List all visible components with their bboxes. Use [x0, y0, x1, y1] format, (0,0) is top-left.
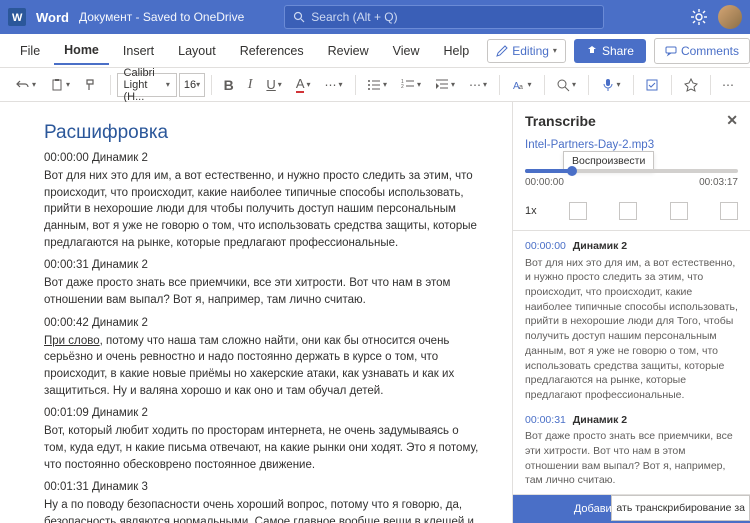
comment-icon: [665, 45, 677, 57]
editing-mode-button[interactable]: Editing ▾: [487, 39, 566, 63]
play-tooltip: Воспроизвести: [563, 151, 654, 171]
timestamp-line: 00:00:42 Динамик 2: [44, 317, 512, 329]
time-current: 00:00:00: [525, 177, 564, 188]
transcript-list[interactable]: 00:00:00 Динамик 2 Вот для них это для им…: [513, 231, 750, 494]
title-bar: W Word Документ - Saved to OneDrive Sear…: [0, 0, 750, 34]
word-app-icon: W: [8, 8, 26, 26]
tab-help[interactable]: Help: [434, 38, 480, 64]
clipboard-button[interactable]: ▾: [44, 74, 76, 96]
indent-button[interactable]: ▾: [429, 74, 461, 96]
designer-button[interactable]: [678, 74, 704, 96]
share-icon: [586, 45, 598, 57]
tab-references[interactable]: References: [230, 38, 314, 64]
chevron-down-icon: ▾: [553, 46, 557, 55]
play-button[interactable]: [619, 202, 637, 220]
playback-speed[interactable]: 1x: [525, 205, 537, 217]
document-title[interactable]: Документ - Saved to OneDrive: [79, 10, 244, 24]
segment-speaker: Динамик 2: [573, 240, 627, 252]
italic-button[interactable]: I: [242, 73, 259, 97]
font-size-select[interactable]: 16▾: [179, 73, 205, 97]
svg-text:2: 2: [401, 84, 404, 90]
dictate-button[interactable]: ▾: [595, 74, 627, 96]
more-font-button[interactable]: ⋯▾: [319, 74, 349, 96]
segment-text: Вот для них это для им, а вот естественн…: [525, 256, 738, 403]
pane-title: Transcribe: [525, 113, 596, 129]
paragraph: Вот для них это для им, а вот естественн…: [44, 168, 484, 251]
segment-speaker: Динамик 2: [573, 414, 627, 426]
svg-text:a: a: [519, 84, 523, 91]
styles-button[interactable]: Aa▾: [506, 74, 538, 96]
comments-button[interactable]: Comments: [654, 38, 750, 64]
close-pane-button[interactable]: ✕: [726, 112, 738, 129]
tab-home[interactable]: Home: [54, 37, 109, 65]
transcribe-pane: Transcribe ✕ Intel-Partners-Day-2.mp3 Во…: [512, 102, 750, 523]
timestamp-line: 00:01:09 Динамик 2: [44, 407, 512, 419]
tab-layout[interactable]: Layout: [168, 38, 226, 64]
paragraph: При слово, потому что наша там сложно на…: [44, 333, 484, 400]
segment-text: Вот даже просто знать все приемчики, все…: [525, 429, 738, 488]
progress-track[interactable]: [525, 169, 738, 173]
font-color-button[interactable]: A▾: [290, 72, 317, 97]
search-box[interactable]: Search (Alt + Q): [284, 5, 604, 29]
forward-button[interactable]: [670, 202, 688, 220]
progress-handle[interactable]: [567, 166, 577, 176]
tab-view[interactable]: View: [383, 38, 430, 64]
formatting-toolbar: ▾ ▾ Calibri Light (H...▾ 16▾ B I U▾ A▾ ⋯…: [0, 68, 750, 102]
search-icon: [293, 11, 305, 23]
document-canvas[interactable]: Расшифровка 00:00:00 Динамик 2 Вот для ни…: [0, 102, 512, 523]
volume-button[interactable]: [720, 202, 738, 220]
user-avatar[interactable]: [718, 5, 742, 29]
transcript-segment[interactable]: 00:00:31 Динамик 2 Вот даже просто знать …: [525, 413, 738, 488]
app-name: Word: [36, 10, 69, 25]
ribbon-tabs: File Home Insert Layout References Revie…: [0, 34, 750, 68]
settings-icon[interactable]: [690, 8, 708, 26]
tab-file[interactable]: File: [10, 38, 50, 64]
search-placeholder: Search (Alt + Q): [311, 10, 397, 24]
more-para-button[interactable]: ⋯▾: [463, 74, 493, 96]
timestamp-line: 00:00:31 Динамик 2: [44, 259, 512, 271]
timestamp-line: 00:01:31 Динамик 3: [44, 481, 512, 493]
timestamp-line: 00:00:00 Динамик 2: [44, 152, 512, 164]
paragraph: Ну а по поводу безопасности очень хороши…: [44, 497, 484, 523]
find-button[interactable]: ▾: [550, 74, 582, 96]
svg-text:W: W: [12, 12, 23, 24]
numbering-button[interactable]: 12▾: [395, 74, 427, 96]
underline-button[interactable]: U▾: [260, 73, 287, 96]
rewind-button[interactable]: [569, 202, 587, 220]
font-family-select[interactable]: Calibri Light (H...▾: [117, 73, 177, 97]
pencil-icon: [496, 45, 508, 57]
paragraph: Вот даже просто знать все приемчики, все…: [44, 275, 484, 308]
tab-review[interactable]: Review: [318, 38, 379, 64]
audio-player: Воспроизвести 00:00:00 00:03:17: [513, 157, 750, 196]
time-total: 00:03:17: [699, 177, 738, 188]
bullets-button[interactable]: ▾: [361, 74, 393, 96]
share-button[interactable]: Share: [574, 39, 646, 63]
segment-time: 00:00:31: [525, 414, 566, 426]
restart-transcribe-button[interactable]: ать транскрибирование за: [611, 495, 750, 521]
bold-button[interactable]: B: [218, 73, 240, 97]
format-painter-button[interactable]: [78, 74, 104, 96]
editor-button[interactable]: [639, 74, 665, 96]
undo-button[interactable]: ▾: [10, 74, 42, 96]
segment-time: 00:00:00: [525, 240, 566, 252]
tab-insert[interactable]: Insert: [113, 38, 164, 64]
paragraph: Вот, который любит ходить по просторам и…: [44, 423, 484, 473]
overflow-button[interactable]: ⋯: [716, 74, 740, 96]
transcript-segment[interactable]: 00:00:00 Динамик 2 Вот для них это для им…: [525, 239, 738, 403]
document-heading: Расшифровка: [44, 122, 512, 144]
